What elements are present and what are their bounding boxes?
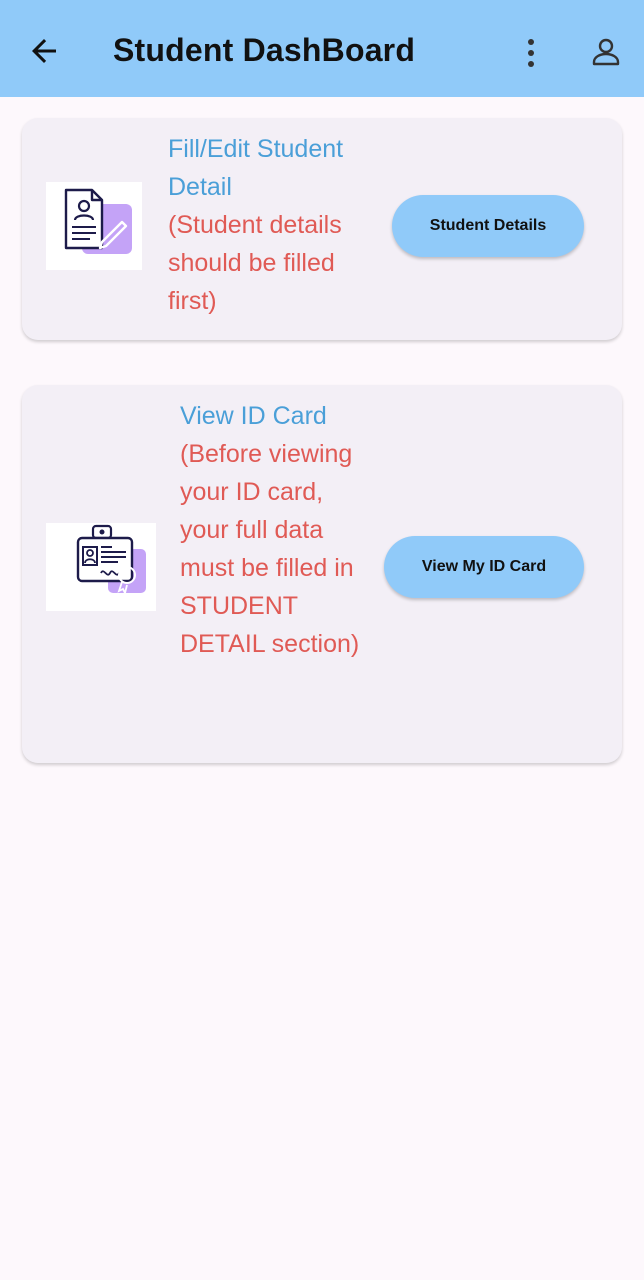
id-card-card: View ID Card (Before viewing your ID car… (22, 385, 622, 763)
card-title: Fill/Edit Student Detail (168, 135, 344, 201)
card-note: (Before viewing your ID card, your full … (180, 440, 360, 658)
arrow-left-icon[interactable] (26, 33, 62, 69)
view-id-card-button[interactable]: View My ID Card (384, 536, 584, 598)
student-detail-text: Fill/Edit Student Detail (Student detail… (168, 130, 378, 320)
student-detail-card: Fill/Edit Student Detail (Student detail… (22, 118, 622, 340)
id-card-badge-icon (46, 523, 156, 611)
app-bar: Student DashBoard (0, 0, 644, 97)
more-vert-icon[interactable] (516, 36, 546, 70)
id-document-edit-icon (46, 182, 142, 270)
card-note: (Student details should be filled first) (168, 211, 342, 315)
id-card-text: View ID Card (Before viewing your ID car… (180, 397, 370, 663)
page-title: Student DashBoard (113, 32, 416, 68)
card-title: View ID Card (180, 402, 327, 430)
student-details-button[interactable]: Student Details (392, 195, 584, 257)
person-outline-icon[interactable] (590, 36, 622, 68)
